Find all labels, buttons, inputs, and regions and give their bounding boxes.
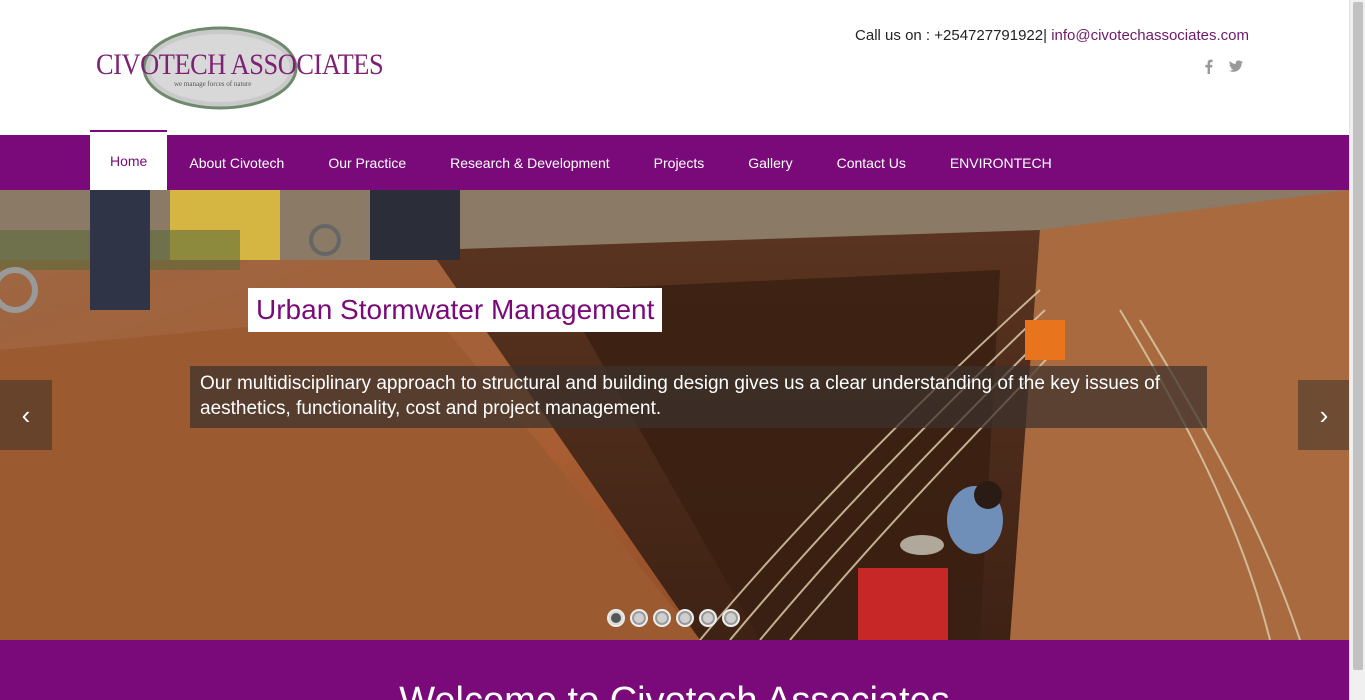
nav-item-environtech[interactable]: ENVIRONTECH: [928, 135, 1074, 190]
chevron-right-icon: ›: [1319, 399, 1329, 430]
facebook-icon[interactable]: [1201, 58, 1215, 74]
slider-dot[interactable]: [699, 609, 717, 627]
twitter-icon[interactable]: [1229, 58, 1243, 74]
welcome-heading: Welcome to Civotech Associates: [0, 680, 1349, 700]
slider-next-button[interactable]: ›: [1298, 380, 1349, 450]
nav-item-contact-us[interactable]: Contact Us: [815, 135, 928, 190]
main-nav: Home About Civotech Our Practice Research &…: [0, 130, 1349, 190]
welcome-section: Welcome to Civotech Associates: [0, 640, 1349, 700]
slider-prev-button[interactable]: ‹: [0, 380, 52, 450]
nav-item-about-civotech[interactable]: About Civotech: [167, 135, 306, 190]
nav-item-projects[interactable]: Projects: [632, 135, 727, 190]
site-logo[interactable]: CIVOTECH ASSOCIATES we manage forces of …: [92, 26, 384, 112]
email-link[interactable]: info@civotechassociates.com: [1051, 27, 1249, 44]
slider-pagination: [607, 609, 740, 627]
nav-item-home[interactable]: Home: [90, 130, 168, 190]
slider-dot[interactable]: [676, 609, 694, 627]
nav-item-our-practice[interactable]: Our Practice: [306, 135, 428, 190]
logo-tagline: we manage forces of nature: [174, 80, 252, 88]
chevron-left-icon: ‹: [21, 399, 31, 430]
phone-text: Call us on : +254727791922|: [855, 27, 1048, 44]
scrollbar-thumb[interactable]: [1353, 2, 1363, 670]
slider-dot[interactable]: [653, 609, 671, 627]
nav-item-gallery[interactable]: Gallery: [726, 135, 814, 190]
site-header: CIVOTECH ASSOCIATES we manage forces of …: [0, 0, 1349, 135]
nav-item-research-development[interactable]: Research & Development: [428, 135, 632, 190]
logo-text: CIVOTECH ASSOCIATES: [96, 48, 384, 81]
slider-dot[interactable]: [722, 609, 740, 627]
hero-slider: Urban Stormwater Management Our multidis…: [0, 190, 1349, 640]
slide-title: Urban Stormwater Management: [248, 288, 663, 332]
nav-list: Home About Civotech Our Practice Research &…: [90, 130, 1074, 190]
page-scrollbar[interactable]: [1349, 0, 1365, 700]
slider-dot[interactable]: [630, 609, 648, 627]
social-links: [1201, 58, 1243, 74]
slide-caption: Our multidisciplinary approach to struct…: [190, 366, 1207, 428]
slider-dot[interactable]: [607, 609, 625, 627]
contact-info: Call us on : +254727791922| info@civotec…: [855, 27, 1249, 44]
